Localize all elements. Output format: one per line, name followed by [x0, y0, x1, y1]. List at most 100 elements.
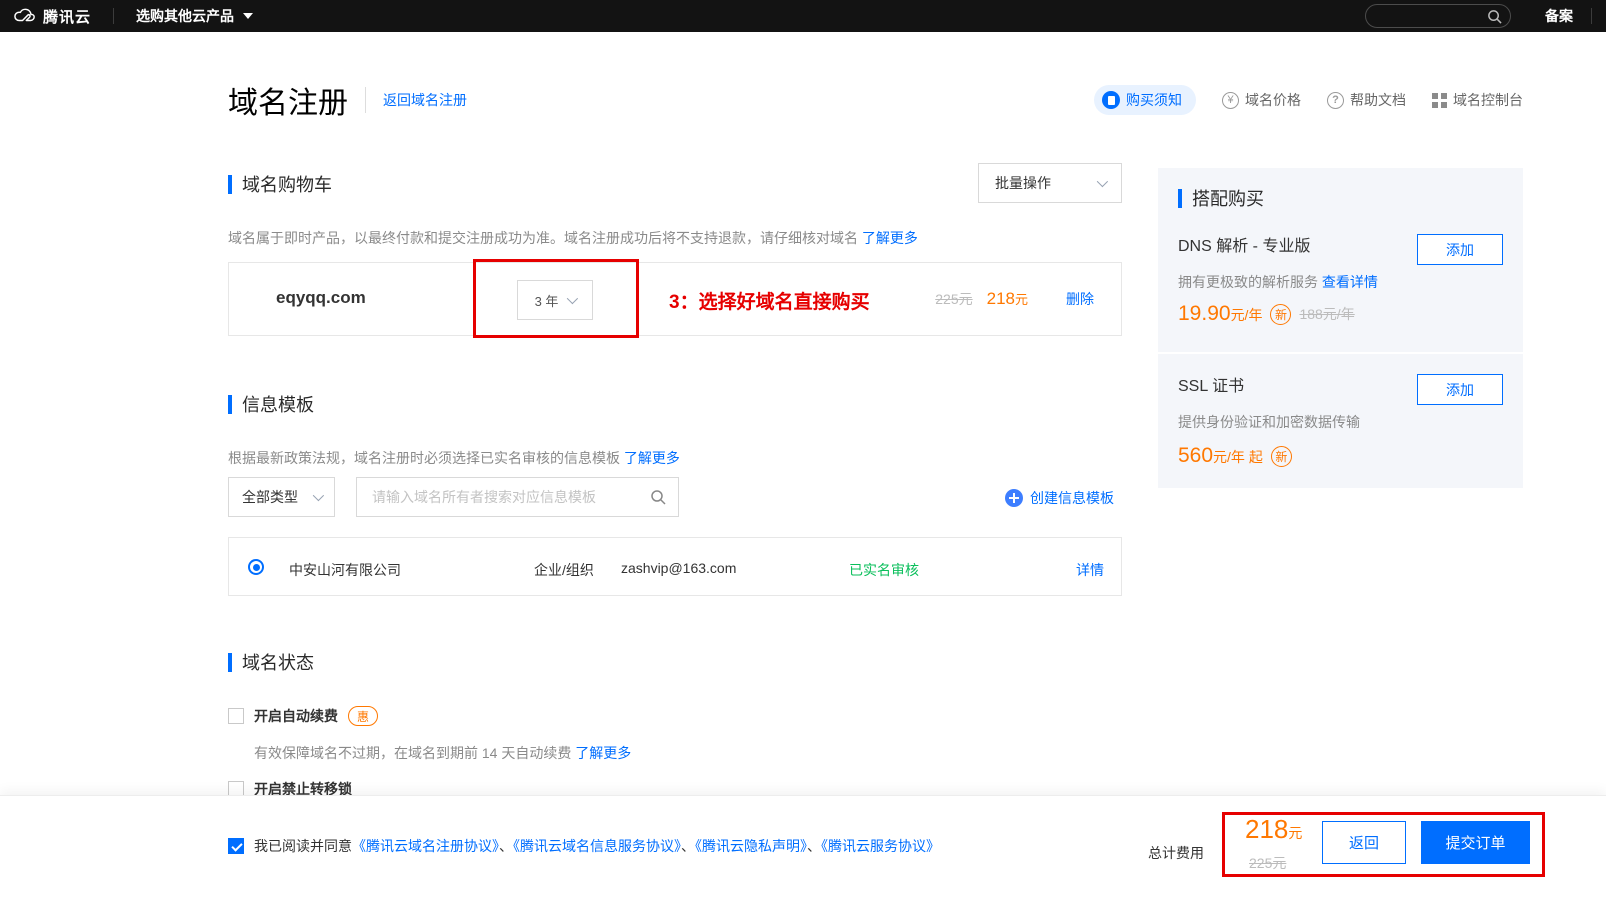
purchase-notice-link[interactable]: 购买须知 [1094, 85, 1196, 115]
search-icon[interactable] [650, 489, 666, 505]
template-title-label: 信息模板 [242, 391, 314, 417]
agreement-text: 我已阅读并同意《腾讯云域名注册协议》、《腾讯云域名信息服务协议》、《腾讯云隐私声… [254, 836, 940, 856]
bundle-title-label: 搭配购买 [1192, 185, 1264, 211]
template-owner-name: 中安山河有限公司 [289, 560, 401, 580]
agreement-link-privacy[interactable]: 《腾讯云隐私声明》 [695, 838, 807, 854]
batch-operation-dropdown[interactable]: 批量操作 [978, 163, 1122, 203]
status-title-label: 域名状态 [242, 649, 314, 675]
search-icon[interactable] [1487, 9, 1502, 24]
chevron-down-icon [567, 293, 578, 304]
grid-icon [1432, 93, 1447, 108]
question-icon [1327, 92, 1344, 109]
agreement-checkbox[interactable] [228, 838, 244, 854]
template-row: 中安山河有限公司 企业/组织 zashvip@163.com 已实名审核 详情 [228, 537, 1122, 596]
template-learn-more-link[interactable]: 了解更多 [624, 450, 680, 466]
years-value: 3 年 [535, 291, 559, 310]
cart-learn-more-link[interactable]: 了解更多 [862, 230, 918, 246]
section-accent-bar [228, 653, 232, 672]
navbar-divider [113, 8, 114, 24]
navbar-search-box[interactable] [1365, 4, 1511, 28]
beian-link[interactable]: 备案 [1545, 6, 1573, 26]
ssl-price: 560元/年 起 新 [1178, 444, 1292, 468]
domain-prices: 225元 218元 删除 [935, 263, 1094, 335]
help-docs-label: 帮助文档 [1350, 90, 1406, 110]
cart-notice-text: 域名属于即时产品，以最终付款和提交注册成功为准。域名注册成功后将不支持退款，请仔… [228, 230, 858, 246]
agreement-link-register[interactable]: 《腾讯云域名注册协议》 [352, 838, 499, 854]
verified-status-badge: 已实名审核 [849, 560, 919, 580]
template-section-title: 信息模板 [228, 391, 314, 417]
agreement-link-service[interactable]: 《腾讯云服务协议》 [821, 838, 940, 854]
submit-order-button[interactable]: 提交订单 [1421, 821, 1530, 864]
navbar-divider-right [1591, 8, 1592, 24]
chevron-down-icon [1097, 176, 1108, 187]
domain-console-label: 域名控制台 [1453, 90, 1523, 110]
cart-domain-row: eqyqq.com 3 年 3：选择好域名直接购买 225元 218元 删除 [228, 262, 1122, 336]
page-title: 域名注册 [228, 78, 348, 122]
other-products-label: 选购其他云产品 [136, 6, 234, 26]
bundle-purchase-panel: 搭配购买 DNS 解析 - 专业版 添加 拥有更极致的解析服务 查看详情 19.… [1158, 168, 1523, 488]
ssl-price-value: 560元/年 起 [1178, 444, 1263, 468]
domain-name: eqyqq.com [276, 288, 366, 308]
template-search-box [356, 477, 679, 517]
current-price: 218元 [987, 289, 1028, 309]
ssl-product-name: SSL 证书 [1178, 372, 1244, 396]
create-template-label: 创建信息模板 [1030, 488, 1114, 508]
ssl-product-desc: 提供身份验证和加密数据传输 [1178, 412, 1360, 432]
auto-renew-learn-more-link[interactable]: 了解更多 [575, 745, 631, 761]
total-price: 218元 [1245, 814, 1302, 845]
dns-desc-text: 拥有更极致的解析服务 [1178, 274, 1318, 290]
original-price: 225元 [935, 289, 972, 309]
batch-operation-label: 批量操作 [995, 173, 1051, 193]
domain-console-link[interactable]: 域名控制台 [1432, 90, 1523, 110]
agreement-link-info-service[interactable]: 《腾讯云域名信息服务协议》 [513, 838, 681, 854]
new-badge: 新 [1270, 304, 1291, 325]
help-docs-link[interactable]: 帮助文档 [1327, 90, 1406, 110]
top-navbar: 腾讯云 选购其他云产品 备案 [0, 0, 1606, 32]
auto-renew-checkbox[interactable] [228, 708, 244, 724]
section-accent-bar [228, 175, 232, 194]
delete-domain-link[interactable]: 删除 [1066, 289, 1094, 309]
other-products-menu[interactable]: 选购其他云产品 [136, 6, 253, 26]
section-accent-bar [228, 395, 232, 414]
yuan-icon [1222, 92, 1239, 109]
cart-title-label: 域名购物车 [242, 171, 332, 197]
bundle-panel-title: 搭配购买 [1178, 185, 1264, 211]
navbar-search-input[interactable] [1378, 9, 1487, 23]
dns-price: 19.90元/年 新 188元/年 [1178, 302, 1355, 326]
aside-divider [1158, 352, 1523, 354]
agree-prefix: 我已阅读并同意 [254, 838, 352, 854]
tencent-cloud-logo-icon[interactable] [14, 7, 36, 25]
create-template-link[interactable]: 创建信息模板 [1005, 488, 1114, 508]
back-to-register-link[interactable]: 返回域名注册 [383, 90, 467, 110]
template-owner-email: zashvip@163.com [621, 560, 736, 576]
document-icon [1102, 91, 1120, 109]
template-radio[interactable] [248, 559, 264, 575]
template-type-filter[interactable]: 全部类型 [228, 477, 335, 517]
template-search-input[interactable] [372, 489, 650, 505]
dns-view-details-link[interactable]: 查看详情 [1322, 274, 1378, 290]
template-detail-link[interactable]: 详情 [1076, 560, 1104, 580]
caret-down-icon [243, 13, 253, 19]
discount-badge: 惠 [348, 706, 378, 726]
total-cost-label: 总计费用 [1148, 843, 1204, 863]
domain-price-link[interactable]: 域名价格 [1222, 90, 1301, 110]
step3-annotation: 3：选择好域名直接购买 [669, 287, 870, 314]
ssl-add-button[interactable]: 添加 [1417, 374, 1503, 405]
auto-renew-label: 开启自动续费 [254, 706, 338, 726]
checkout-footer-bar: 我已阅读并同意《腾讯云域名注册协议》、《腾讯云域名信息服务协议》、《腾讯云隐私声… [0, 795, 1606, 905]
template-notice: 根据最新政策法规，域名注册时必须选择已实名审核的信息模板 了解更多 [228, 448, 680, 468]
dns-add-button[interactable]: 添加 [1417, 234, 1503, 265]
domain-price-label: 域名价格 [1245, 90, 1301, 110]
brand-name[interactable]: 腾讯云 [43, 6, 91, 27]
type-filter-value: 全部类型 [242, 487, 298, 507]
dns-product-name: DNS 解析 - 专业版 [1178, 232, 1310, 256]
years-select[interactable]: 3 年 [517, 280, 593, 320]
template-notice-text: 根据最新政策法规，域名注册时必须选择已实名审核的信息模板 [228, 450, 620, 466]
dns-price-value: 19.90元/年 [1178, 302, 1262, 326]
plus-icon [1005, 489, 1023, 507]
back-button[interactable]: 返回 [1322, 821, 1406, 864]
dns-product-desc: 拥有更极致的解析服务 查看详情 [1178, 272, 1378, 292]
total-original-price: 225元 [1249, 853, 1286, 873]
header-links: 购买须知 域名价格 帮助文档 域名控制台 [1094, 85, 1523, 115]
title-divider [365, 87, 366, 113]
